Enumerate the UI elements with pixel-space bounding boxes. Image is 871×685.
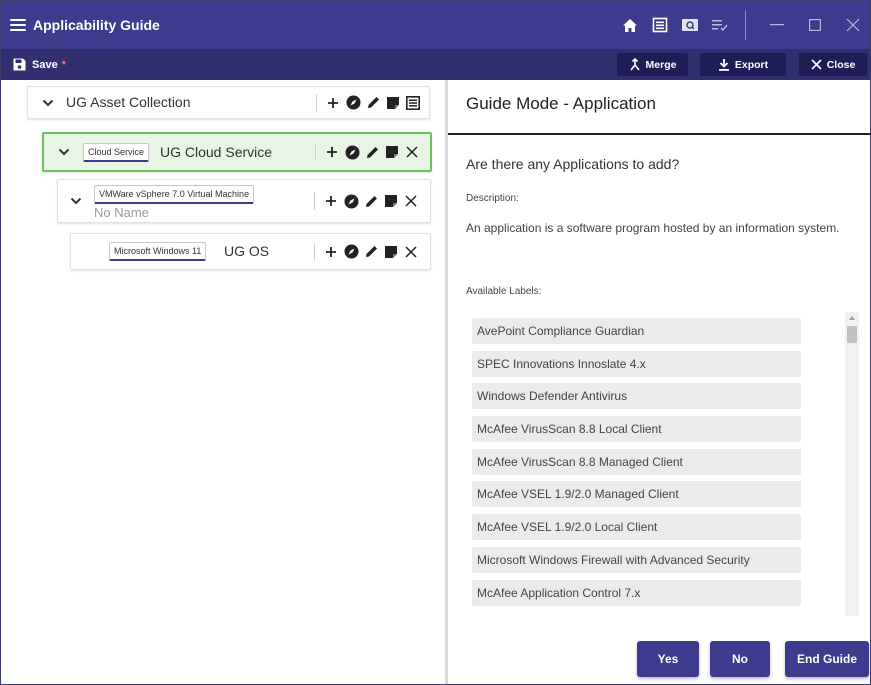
export-label: Export	[734, 58, 769, 71]
save-icon	[13, 58, 26, 71]
label-item[interactable]: McAfee Application Control 7.x	[472, 579, 801, 606]
compass-icon[interactable]	[344, 144, 360, 160]
unsaved-indicator: *	[61, 58, 66, 71]
label-item[interactable]: McAfee VirusScan 8.8 Local Client	[472, 416, 801, 443]
label-item[interactable]: Microsoft Windows Firewall with Advanced…	[472, 546, 801, 573]
compass-icon[interactable]	[343, 244, 359, 260]
guide-question: Are there any Applications to add?	[466, 156, 680, 172]
note-icon[interactable]	[385, 95, 401, 111]
chevron-down-icon[interactable]	[70, 197, 82, 205]
delete-icon[interactable]	[404, 144, 420, 160]
close-icon	[811, 59, 822, 70]
node-title: UG Asset Collection	[66, 94, 191, 110]
scroll-up-icon[interactable]	[849, 316, 855, 320]
merge-label: Merge	[645, 58, 677, 71]
asset-tree: UG Asset Collection Cloud Service UG Clo…	[1, 80, 445, 684]
node-actions	[314, 242, 419, 261]
guide-panel: Guide Mode - Application Are there any A…	[448, 80, 870, 684]
save-button[interactable]: Save *	[12, 54, 66, 75]
maximize-icon[interactable]	[796, 1, 834, 49]
note-icon[interactable]	[383, 244, 399, 260]
app-title: Applicability Guide	[33, 17, 160, 33]
minimize-icon[interactable]	[758, 1, 796, 49]
note-icon[interactable]	[383, 193, 399, 209]
description-label: Description:	[466, 193, 519, 204]
titlebar-divider	[745, 10, 746, 40]
node-title: UG Cloud Service	[160, 144, 273, 160]
heading-divider	[448, 133, 870, 135]
home-icon[interactable]	[617, 12, 643, 38]
description-text: An application is a software program hos…	[466, 221, 840, 235]
save-label: Save	[32, 58, 58, 71]
app-window: Applicability Guide Save * Merge Export …	[0, 0, 871, 685]
close-label: Close	[826, 58, 856, 71]
end-guide-button[interactable]: End Guide	[785, 641, 869, 677]
guide-heading: Guide Mode - Application	[466, 94, 656, 113]
merge-button[interactable]: Merge	[617, 53, 688, 76]
add-icon[interactable]	[325, 95, 341, 111]
type-tag: VMWare vSphere 7.0 Virtual Machine	[94, 185, 255, 204]
tree-node-virtual-machine[interactable]: VMWare vSphere 7.0 Virtual Machine No Na…	[57, 179, 431, 223]
edit-icon[interactable]	[364, 144, 380, 160]
search-view-icon[interactable]	[677, 12, 703, 38]
edit-icon[interactable]	[363, 193, 379, 209]
playlist-check-icon[interactable]	[707, 12, 733, 38]
download-icon	[718, 59, 729, 71]
add-icon[interactable]	[323, 244, 339, 260]
delete-icon[interactable]	[403, 244, 419, 260]
node-name-placeholder[interactable]: No Name	[94, 205, 149, 220]
type-tag: Cloud Service	[83, 143, 150, 162]
scrollbar-thumb[interactable]	[847, 326, 857, 343]
label-item[interactable]: Windows Defender Antivirus	[472, 383, 801, 410]
available-labels-heading: Available Labels:	[466, 286, 542, 297]
toolbar: Save * Merge Export Close	[1, 49, 870, 80]
details-list-icon[interactable]	[405, 95, 421, 111]
label-item[interactable]: McAfee VirusScan 8.8 Managed Client	[472, 448, 801, 475]
chevron-down-icon[interactable]	[42, 99, 54, 107]
type-tag: Microsoft Windows 11	[109, 242, 207, 261]
chevron-down-icon[interactable]	[58, 148, 70, 156]
tree-node-asset-collection[interactable]: UG Asset Collection	[27, 86, 430, 119]
compass-icon[interactable]	[345, 95, 361, 111]
add-icon[interactable]	[324, 144, 340, 160]
node-actions	[315, 143, 420, 161]
edit-icon[interactable]	[363, 244, 379, 260]
list-view-icon[interactable]	[647, 12, 673, 38]
menu-icon[interactable]	[10, 19, 26, 31]
label-item[interactable]: SPEC Innovations Innoslate 4.x	[472, 350, 801, 377]
label-item[interactable]: AvePoint Compliance Guardian	[472, 318, 801, 344]
label-item[interactable]: McAfee VSEL 1.9/2.0 Managed Client	[472, 481, 801, 508]
node-title: UG OS	[224, 243, 270, 259]
compass-icon[interactable]	[343, 193, 359, 209]
note-icon[interactable]	[384, 144, 400, 160]
delete-icon[interactable]	[403, 193, 419, 209]
node-actions	[314, 192, 419, 210]
tree-node-cloud-service[interactable]: Cloud Service UG Cloud Service	[42, 132, 432, 172]
export-button[interactable]: Export	[700, 53, 786, 76]
label-item[interactable]: McAfee VSEL 1.9/2.0 Local Client	[472, 514, 801, 541]
close-button[interactable]: Close	[799, 53, 867, 76]
edit-icon[interactable]	[365, 95, 381, 111]
yes-button[interactable]: Yes	[637, 641, 699, 677]
title-bar: Applicability Guide	[1, 1, 870, 49]
available-labels-list: AvePoint Compliance Guardian SPEC Innova…	[472, 318, 812, 614]
node-actions	[316, 93, 421, 112]
add-icon[interactable]	[323, 193, 339, 209]
merge-icon	[629, 58, 640, 71]
labels-scrollbar[interactable]	[845, 312, 859, 616]
tree-node-os[interactable]: Microsoft Windows 11 UG OS	[70, 233, 431, 270]
window-close-icon[interactable]	[834, 1, 870, 49]
no-button[interactable]: No	[710, 641, 770, 677]
